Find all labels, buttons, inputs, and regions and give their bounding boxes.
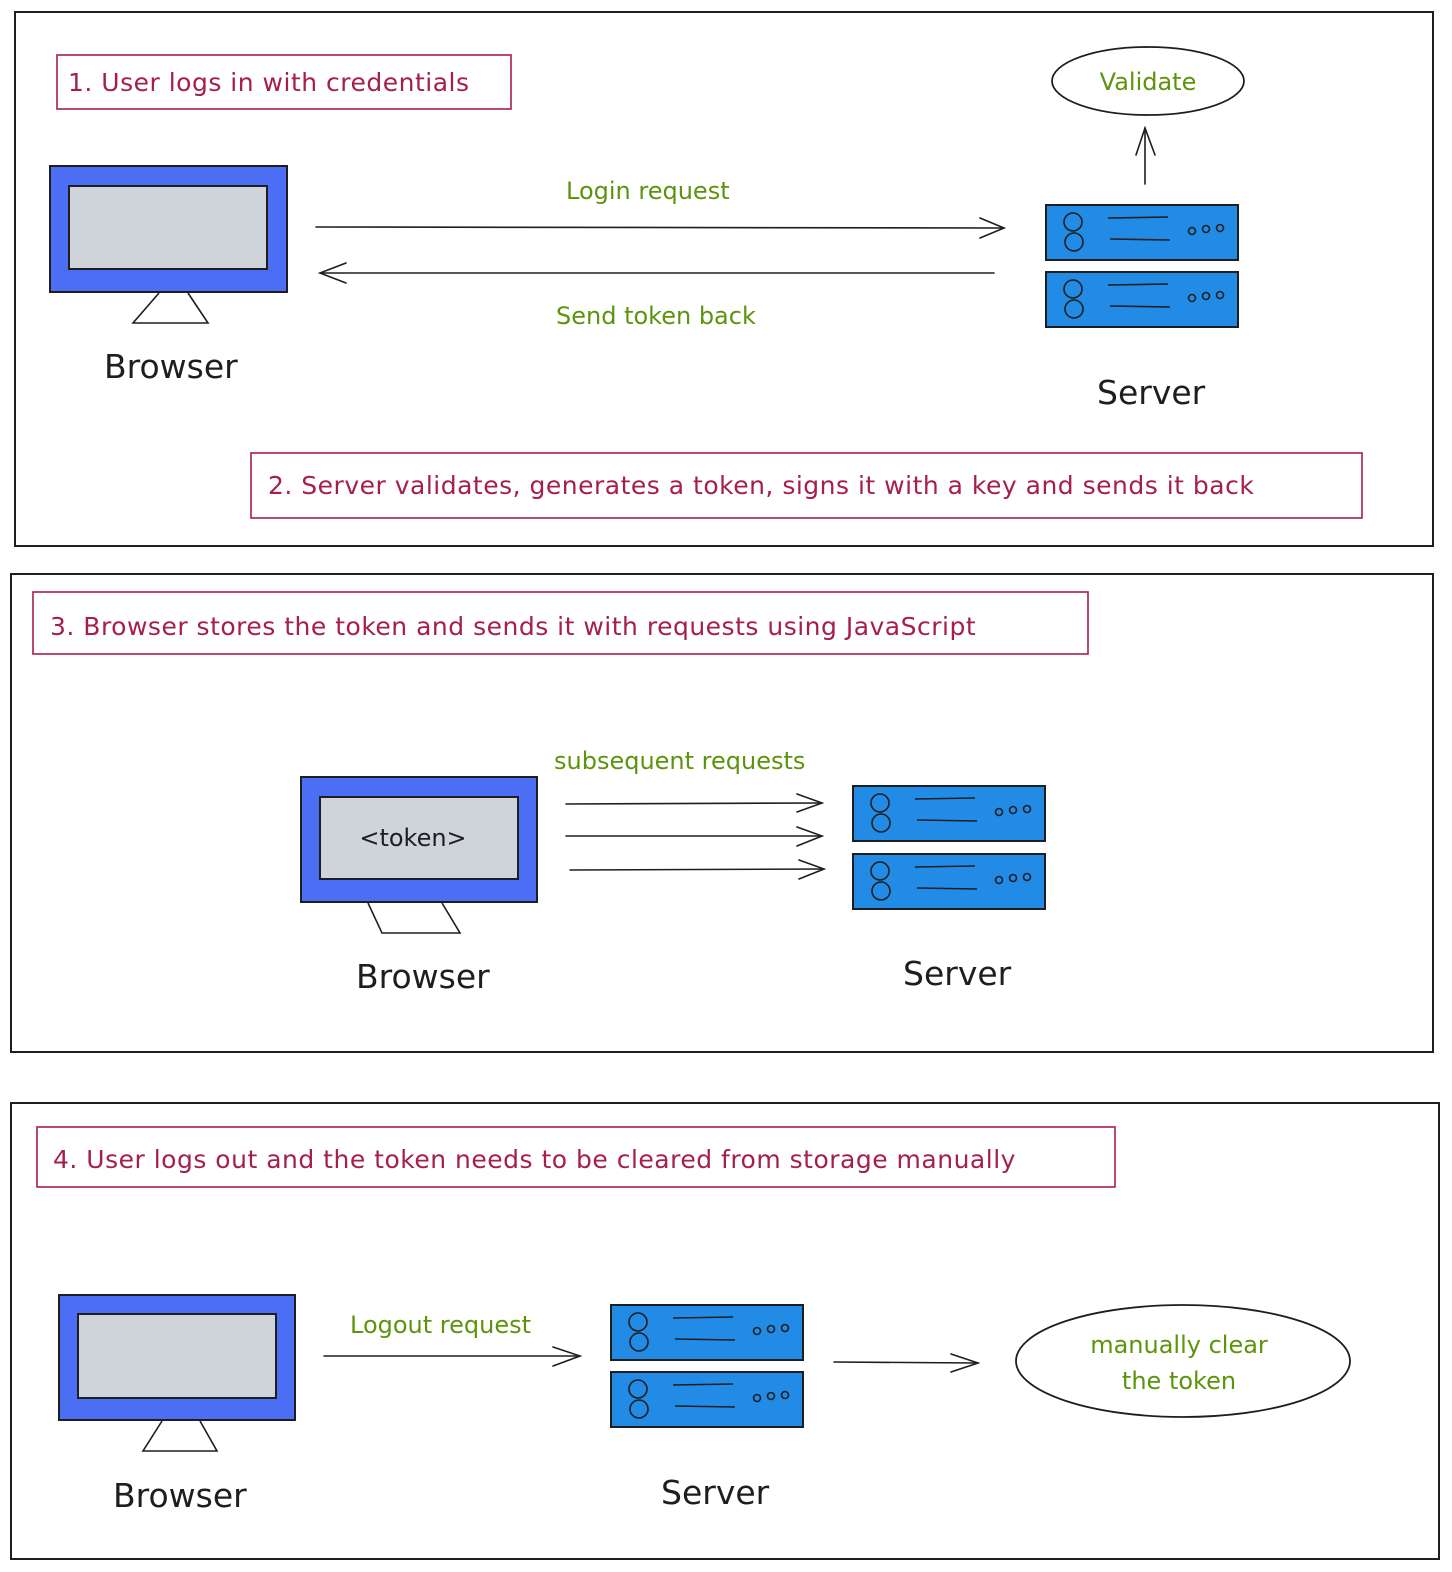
clear-token-bubble: manually clear the token: [1015, 1304, 1351, 1418]
request-arrow-1: [565, 793, 825, 813]
note-text: 2. Server validates, generates a token, …: [268, 471, 1254, 500]
server-rack-icon: [610, 1304, 804, 1428]
note-step-4: 4. User logs out and the token needs to …: [36, 1126, 1116, 1188]
monitor-screen: [77, 1313, 277, 1399]
server-label: Server: [1097, 373, 1206, 412]
monitor-stand-icon: [141, 1420, 219, 1452]
send-token-label: Send token back: [556, 302, 756, 330]
panel-requests: 3. Browser stores the token and sends it…: [10, 573, 1434, 1053]
note-step-3: 3. Browser stores the token and sends it…: [32, 591, 1089, 655]
monitor-stand-icon: [367, 902, 462, 934]
logout-request-label: Logout request: [350, 1311, 531, 1339]
panel-border: [10, 573, 1434, 1053]
browser-monitor: <token>: [300, 776, 538, 934]
clear-token-label-line2: the token: [1122, 1367, 1236, 1395]
server-label: Server: [661, 1473, 770, 1512]
clear-token-label-line1: manually clear: [1090, 1331, 1268, 1359]
monitor-screen: [68, 185, 268, 270]
auth-flow-diagram: 1. User logs in with credentials Browser…: [10, 11, 1440, 1560]
token-text: <token>: [359, 824, 466, 852]
monitor-stand-icon: [131, 292, 210, 324]
validate-arrow: [1135, 125, 1156, 185]
login-request-arrow: [315, 217, 1007, 239]
server-rack-icon: [852, 785, 1046, 910]
note-text: 3. Browser stores the token and sends it…: [50, 612, 976, 641]
logout-request-arrow: [323, 1346, 583, 1367]
subsequent-requests-label: subsequent requests: [554, 747, 805, 775]
login-request-label: Login request: [566, 177, 730, 205]
server-label: Server: [903, 954, 1012, 993]
note-text: 1. User logs in with credentials: [68, 68, 470, 97]
browser-label: Browser: [104, 347, 238, 386]
browser-monitor: [49, 165, 288, 324]
request-arrow-3: [569, 859, 827, 880]
browser-label: Browser: [113, 1476, 247, 1515]
note-step-2: 2. Server validates, generates a token, …: [250, 452, 1363, 519]
browser-monitor: [58, 1294, 296, 1452]
note-text: 4. User logs out and the token needs to …: [53, 1145, 1016, 1174]
panel-logout: 4. User logs out and the token needs to …: [10, 1102, 1440, 1560]
validate-bubble: Validate: [1051, 46, 1245, 116]
send-token-arrow: [317, 262, 995, 284]
browser-label: Browser: [356, 957, 490, 996]
validate-label: Validate: [1100, 68, 1197, 96]
panel-login: 1. User logs in with credentials Browser…: [14, 11, 1434, 547]
request-arrow-2: [565, 826, 825, 847]
clear-token-arrow: [833, 1353, 981, 1373]
server-rack-icon: [1045, 204, 1239, 328]
note-step-1: 1. User logs in with credentials: [56, 54, 512, 110]
